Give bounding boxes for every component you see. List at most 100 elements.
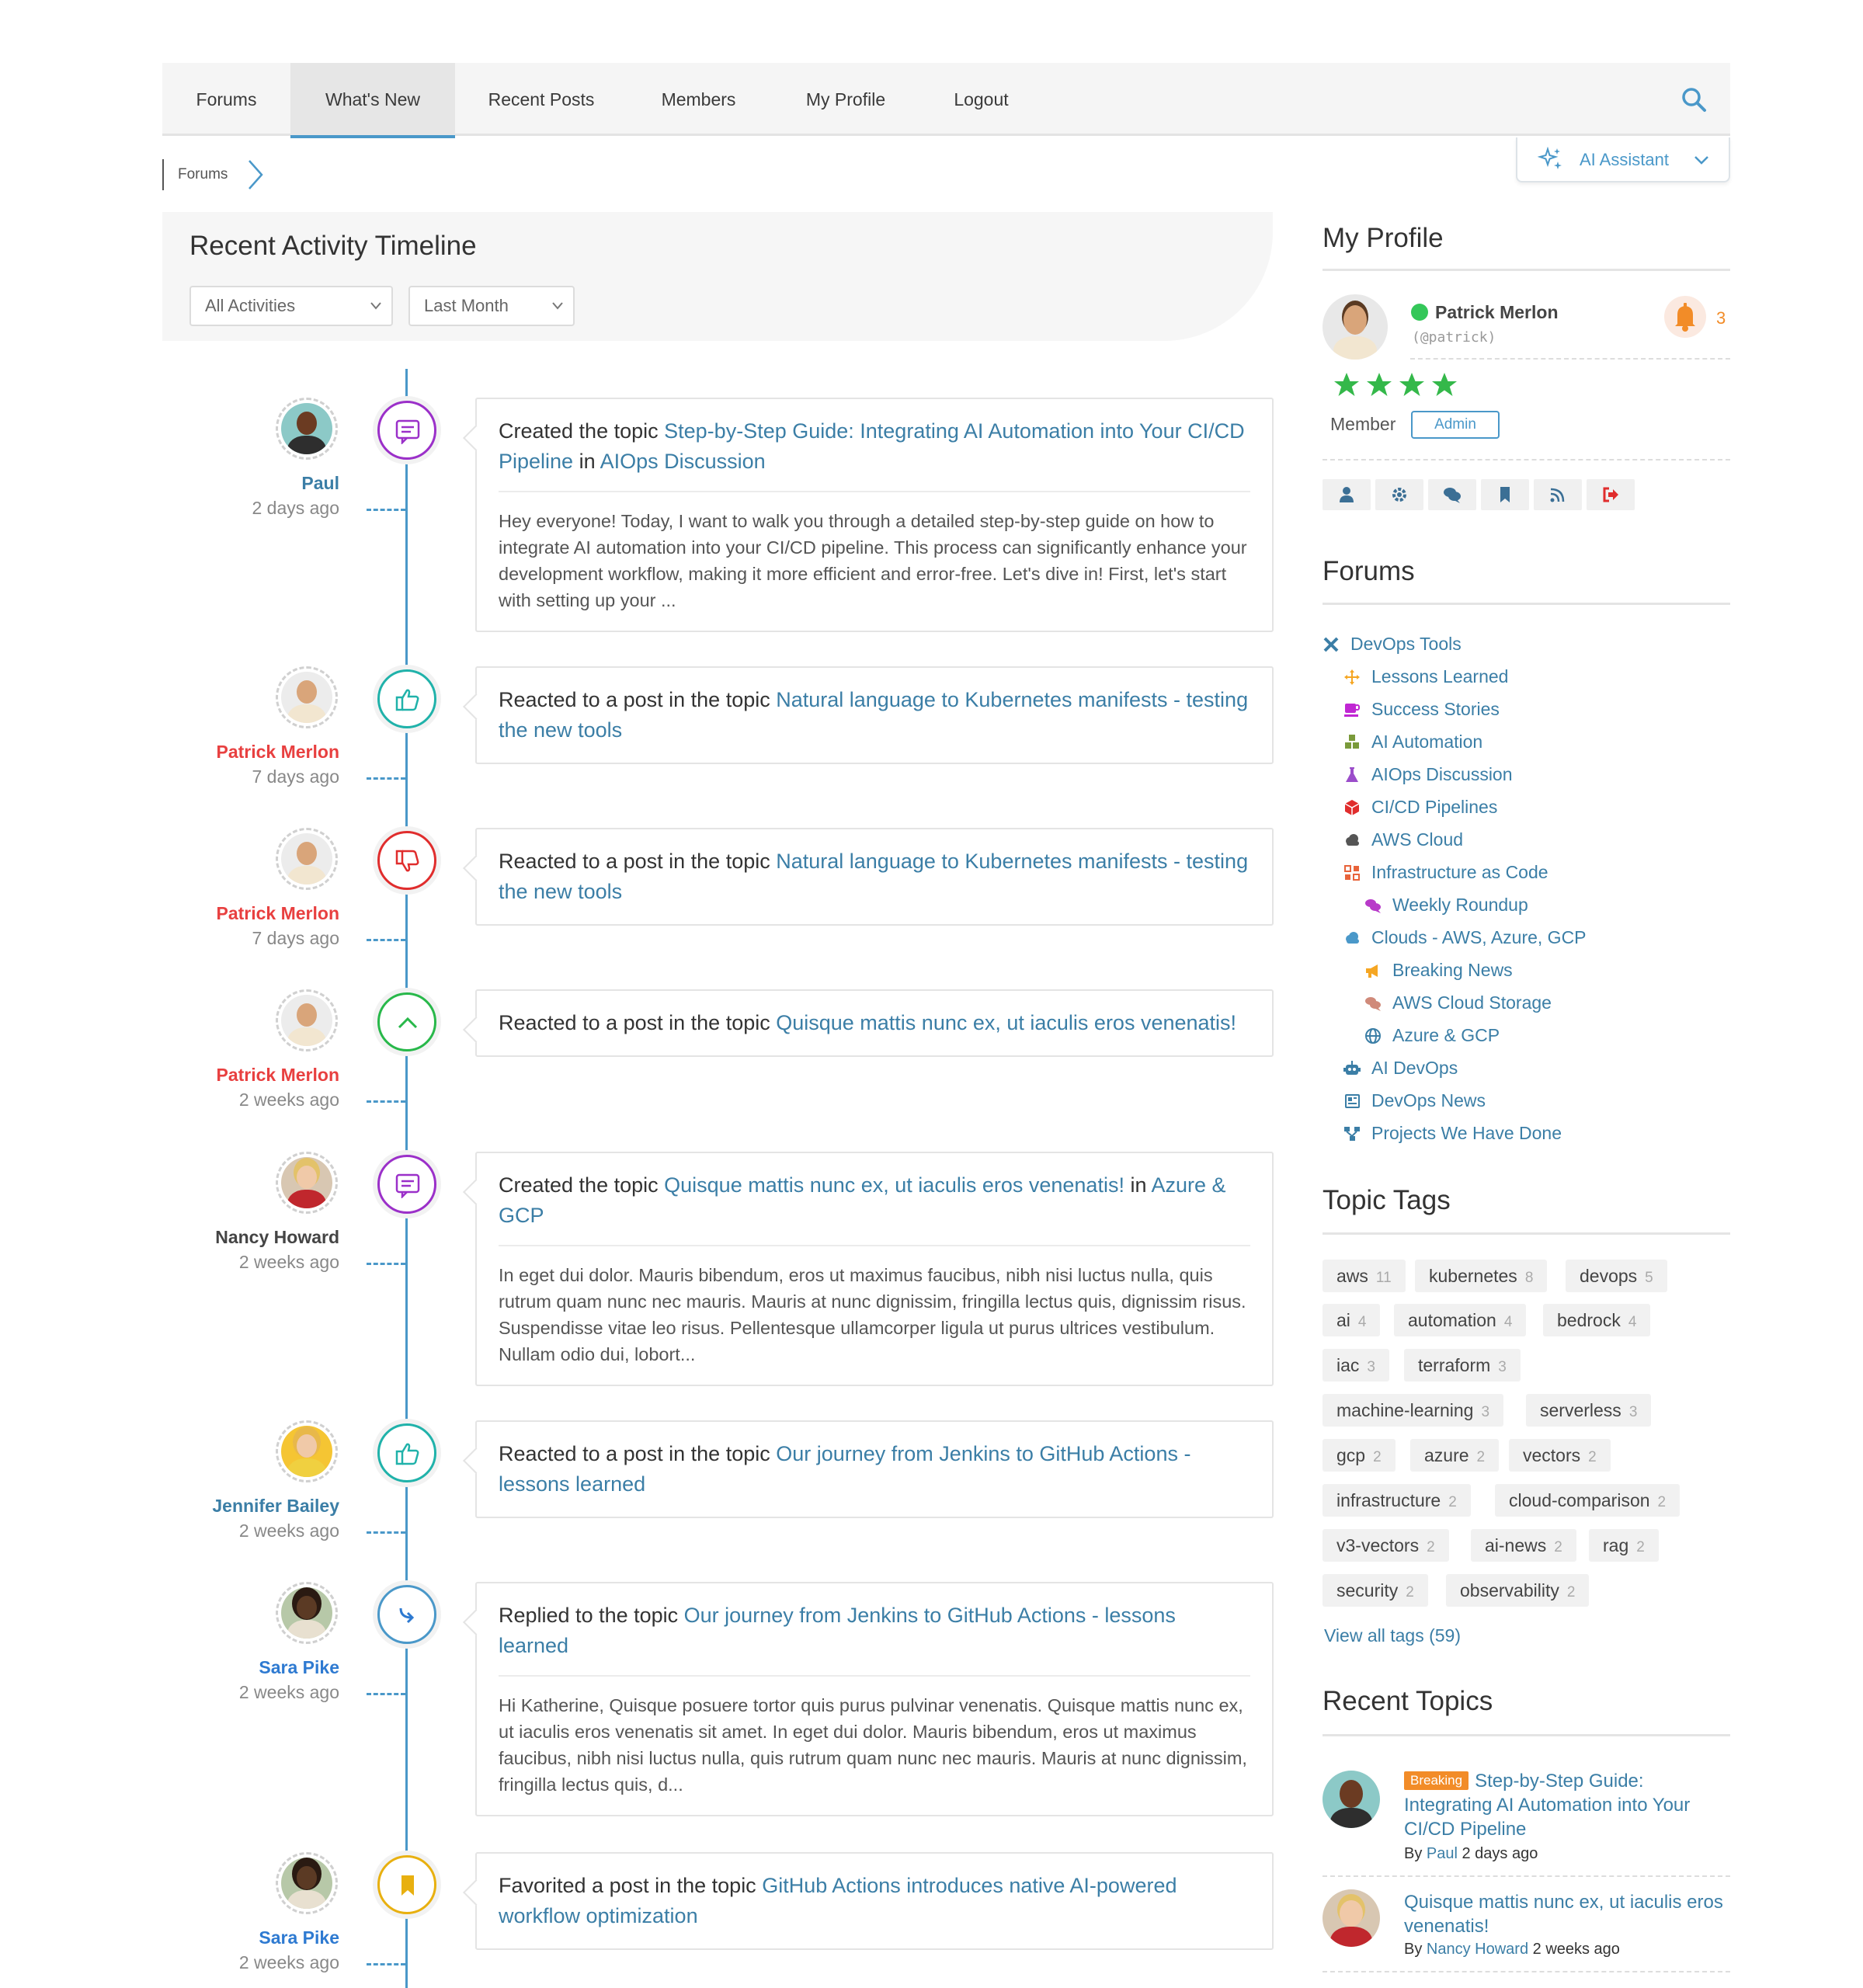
recent-topic-title[interactable]: Quisque mattis nunc ex, ut iaculis eros …: [1404, 1892, 1723, 1937]
avatar[interactable]: [276, 828, 338, 890]
activity-user[interactable]: Sara Pike: [259, 1657, 339, 1678]
nav-whats-new[interactable]: What's New: [290, 63, 455, 138]
activity-card: Reacted to a post in the topic Our journ…: [475, 1420, 1274, 1518]
recent-topics-title: Recent Topics: [1323, 1686, 1493, 1716]
activity-user[interactable]: Paul: [301, 473, 339, 494]
cubes-icon: [1345, 735, 1359, 749]
avatar[interactable]: [1323, 294, 1388, 360]
activity-excerpt: Hi Katherine, Quisque posuere tortor qui…: [499, 1695, 1247, 1795]
chevron-down-icon: [370, 302, 381, 310]
rss-icon: [1550, 488, 1565, 502]
profile-action-logout[interactable]: [1587, 479, 1635, 510]
activity-user[interactable]: Jennifer Bailey: [212, 1496, 339, 1517]
tag-chip[interactable]: infrastructure 2: [1323, 1484, 1471, 1517]
profile-action-bookmarks[interactable]: [1481, 479, 1529, 510]
profile-role: Member: [1330, 414, 1396, 434]
tag-chip[interactable]: terraform 3: [1404, 1349, 1521, 1382]
divider: [1323, 1734, 1730, 1736]
user-icon: [1340, 487, 1354, 502]
divider: [1323, 603, 1730, 605]
tag-chip[interactable]: rag 2: [1589, 1529, 1659, 1562]
cloud-icon: [1346, 932, 1359, 944]
tag-chip[interactable]: vectors 2: [1509, 1439, 1611, 1472]
profile-action-rss[interactable]: [1534, 479, 1582, 510]
avatar[interactable]: [1323, 1771, 1380, 1828]
avatar[interactable]: [276, 1582, 338, 1644]
grid-icon: [1344, 865, 1360, 881]
view-all-tags-link[interactable]: View all tags (59): [1324, 1625, 1461, 1646]
tag-chip[interactable]: azure 2: [1410, 1439, 1500, 1472]
divider: [1323, 269, 1730, 271]
megaphone-icon: [1366, 964, 1378, 978]
activity-user[interactable]: Patrick Merlon: [217, 1065, 340, 1086]
timeline-connector: [367, 509, 405, 511]
tag-chip[interactable]: machine-learning 3: [1323, 1394, 1504, 1427]
nav-logout[interactable]: Logout: [922, 63, 1041, 136]
avatar[interactable]: [276, 666, 338, 728]
divider: [1323, 1875, 1730, 1877]
activity-user[interactable]: Patrick Merlon: [217, 903, 340, 924]
tags-title: Topic Tags: [1323, 1185, 1451, 1215]
activity-card: Reacted to a post in the topic Natural l…: [475, 666, 1274, 764]
tag-chip[interactable]: ai-news 2: [1471, 1529, 1576, 1562]
avatar[interactable]: [276, 1852, 338, 1914]
activity-type-badge: [377, 831, 436, 890]
avatar[interactable]: [276, 1152, 338, 1214]
nav-my-profile[interactable]: My Profile: [770, 63, 922, 136]
tag-chip[interactable]: gcp 2: [1323, 1439, 1396, 1472]
profile-action-user[interactable]: [1323, 479, 1371, 510]
online-status-icon: [1411, 304, 1428, 321]
tag-chip[interactable]: ai 4: [1323, 1304, 1381, 1336]
topic-link[interactable]: Quisque mattis nunc ex, ut iaculis eros …: [664, 1173, 1124, 1197]
tag-chip[interactable]: security 2: [1323, 1574, 1428, 1607]
tag-chip[interactable]: automation 4: [1394, 1304, 1527, 1336]
activity-summary: Reacted to a post in the topic Quisque m…: [499, 1011, 1237, 1034]
activity-time: 2 weeks ago: [238, 1090, 339, 1110]
profile-action-settings[interactable]: [1375, 479, 1423, 510]
tag-chip[interactable]: serverless 3: [1526, 1394, 1652, 1427]
recent-topic-meta: By Nancy Howard 2 weeks ago: [1404, 1941, 1620, 1958]
tag-chip[interactable]: kubernetes 8: [1415, 1260, 1548, 1292]
breadcrumb-forums[interactable]: Forums: [178, 166, 228, 182]
search-icon[interactable]: [1681, 86, 1707, 113]
avatar[interactable]: [276, 989, 338, 1051]
notifications-button[interactable]: [1664, 296, 1706, 338]
activity-summary: Created the topic Quisque mattis nunc ex…: [499, 1173, 1226, 1227]
recent-topic[interactable]: Quisque mattis nunc ex, ut iaculis eros …: [1404, 1890, 1730, 1938]
tag-chip[interactable]: observability 2: [1446, 1574, 1590, 1607]
recent-topic-author[interactable]: Paul: [1427, 1845, 1458, 1862]
topic-link[interactable]: Quisque mattis nunc ex, ut iaculis eros …: [776, 1011, 1236, 1034]
tag-chip[interactable]: bedrock 4: [1543, 1304, 1651, 1336]
avatar[interactable]: [1323, 1889, 1380, 1947]
profile-name[interactable]: Patrick Merlon: [1435, 302, 1559, 323]
activity-user[interactable]: Sara Pike: [259, 1927, 339, 1948]
tools-icon: [1323, 637, 1339, 652]
tag-chip[interactable]: aws 11: [1323, 1260, 1406, 1292]
tag-chip[interactable]: v3-vectors 2: [1323, 1529, 1449, 1562]
activity-card: Created the topic Step-by-Step Guide: In…: [475, 398, 1274, 632]
avatar[interactable]: [276, 398, 338, 460]
tag-chip[interactable]: iac 3: [1323, 1349, 1389, 1382]
avatar[interactable]: [276, 1420, 338, 1482]
profile-action-messages[interactable]: [1428, 479, 1476, 510]
recent-topic[interactable]: Breaking Step-by-Step Guide: Integrating …: [1404, 1769, 1730, 1841]
tag-chip[interactable]: cloud-comparison 2: [1495, 1484, 1681, 1517]
activity-summary: Reacted to a post in the topic Natural l…: [499, 850, 1249, 903]
nav-recent-posts[interactable]: Recent Posts: [455, 63, 627, 136]
activity-type-select[interactable]: All Activities: [189, 286, 393, 326]
timeline-connector: [367, 777, 405, 780]
tag-chip[interactable]: devops 5: [1566, 1260, 1667, 1292]
breaking-badge: Breaking: [1404, 1771, 1469, 1790]
nav-forums[interactable]: Forums: [162, 63, 290, 136]
admin-badge: Admin: [1411, 411, 1500, 439]
ai-assistant-button[interactable]: AI Assistant: [1516, 137, 1730, 182]
recent-topic-author[interactable]: Nancy Howard: [1427, 1941, 1528, 1958]
nav-members[interactable]: Members: [627, 63, 770, 136]
breadcrumb: Forums: [162, 159, 263, 190]
star-icon: [1334, 373, 1359, 396]
forum-link[interactable]: AIOps Discussion: [600, 450, 766, 473]
activity-period-select[interactable]: Last Month: [408, 286, 575, 326]
activity-user[interactable]: Nancy Howard: [215, 1227, 339, 1248]
activity-time: 2 weeks ago: [238, 1682, 339, 1702]
activity-user[interactable]: Patrick Merlon: [217, 742, 340, 763]
